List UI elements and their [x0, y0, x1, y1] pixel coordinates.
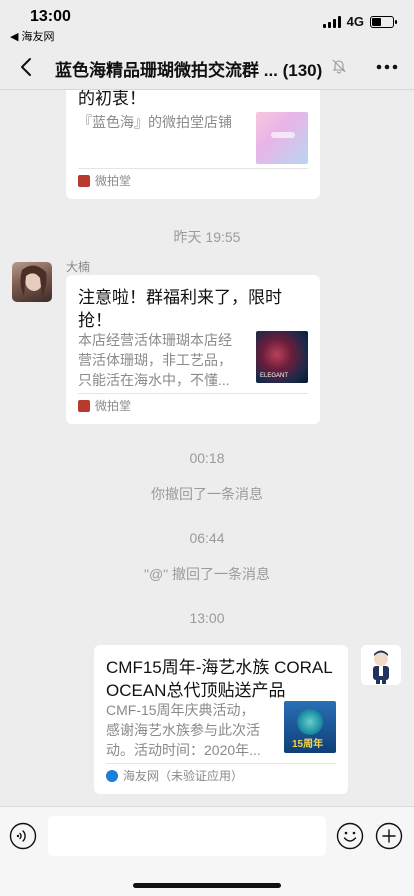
card-divider — [78, 393, 308, 394]
chat-title: 蓝色海精品珊瑚微拍交流群 ... (130) — [55, 61, 323, 80]
card-source: 微拍堂 — [78, 397, 131, 414]
status-indicators: 4G — [322, 14, 397, 29]
timestamp: 昨天 19:55 — [173, 229, 241, 245]
card-title: CMF15周年-海艺水族 CORAL OCEAN总代顶贴送产品 — [106, 656, 333, 702]
link-card-message[interactable]: 注意啦！群福利来了，限时 抢！ 本店经营活体珊瑚本店经 营活体珊瑚，非工艺品， … — [66, 275, 320, 424]
back-arrow-icon[interactable] — [12, 52, 42, 82]
message-input[interactable] — [48, 816, 326, 856]
card-desc-line: 只能活在海水中，不懂... — [78, 372, 230, 388]
timestamp: 00:18 — [189, 450, 225, 466]
status-time: 13:00 — [30, 8, 71, 25]
card-title-line: 抢！ — [78, 311, 112, 330]
link-card-message[interactable]: 的初衷！ 『蓝色海』的微拍堂店铺 微拍堂 — [66, 90, 320, 199]
haiyou-logo-icon — [106, 769, 118, 782]
network-type: 4G — [346, 14, 364, 29]
voice-input-icon[interactable] — [9, 822, 37, 850]
card-desc-line: 动。活动时间：2020年... — [106, 742, 261, 758]
my-avatar[interactable] — [361, 645, 401, 685]
avatar[interactable] — [12, 262, 52, 302]
signal-icon — [322, 15, 341, 28]
card-desc-line: CMF-15周年庆典活动， — [106, 702, 255, 718]
thumbnail-caption: ELEGANT — [260, 373, 289, 379]
card-desc-line: 本店经营活体珊瑚本店经 — [78, 332, 232, 348]
card-source: 微拍堂 — [78, 172, 131, 189]
home-indicator[interactable] — [133, 883, 281, 888]
more-actions-plus-icon[interactable] — [375, 822, 403, 850]
card-desc-line: 感谢海艺水族参与此次活 — [106, 722, 260, 738]
card-title-line: OCEAN总代顶贴送产品 — [106, 681, 286, 700]
weipaitang-logo-icon — [78, 174, 90, 187]
card-thumbnail: ELEGANT — [256, 331, 308, 383]
card-source-label: 海友网（未验证应用） — [123, 769, 244, 783]
sender-name: 大楠 — [66, 260, 91, 274]
card-source: 海友网（未验证应用） — [106, 767, 243, 784]
card-source-label: 微拍堂 — [95, 174, 132, 188]
card-desc-line: 营活体珊瑚，非工艺品， — [78, 352, 232, 368]
card-description: 『蓝色海』的微拍堂店铺 — [78, 114, 232, 130]
battery-level — [372, 17, 381, 26]
mute-bell-icon — [331, 58, 347, 74]
system-message: "@" 撤回了一条消息 — [143, 566, 271, 582]
status-bar: 13:00 ◀ 海友网 4G — [0, 0, 414, 44]
thumbnail-caption: 15周年 — [292, 739, 324, 750]
message-list[interactable]: 的初衷！ 『蓝色海』的微拍堂店铺 微拍堂 昨天 19:55 大楠 注意啦！群福利… — [0, 90, 414, 806]
battery-icon — [370, 15, 397, 28]
card-thumbnail: 15周年 — [284, 701, 336, 753]
card-title: 的初衷！ — [78, 90, 146, 108]
card-divider — [78, 168, 308, 169]
card-source-label: 微拍堂 — [95, 399, 132, 413]
timestamp: 13:00 — [189, 610, 225, 626]
emoji-icon[interactable] — [336, 822, 364, 850]
more-options-icon[interactable] — [372, 54, 402, 80]
card-title: 注意啦！群福利来了，限时 抢！ — [78, 286, 282, 332]
back-to-app-link[interactable]: ◀ 海友网 — [10, 28, 55, 44]
card-title-line: CMF15周年-海艺水族 CORAL — [106, 658, 333, 677]
card-description: 本店经营活体珊瑚本店经 营活体珊瑚，非工艺品， 只能活在海水中，不懂... — [78, 330, 232, 390]
card-description: CMF-15周年庆典活动， 感谢海艺水族参与此次活 动。活动时间：2020年..… — [106, 700, 261, 760]
weipaitang-logo-icon — [78, 399, 90, 412]
system-message: 你撤回了一条消息 — [151, 486, 263, 502]
card-divider — [106, 763, 336, 764]
card-title-line: 注意啦！群福利来了，限时 — [78, 288, 282, 307]
link-card-message[interactable]: CMF15周年-海艺水族 CORAL OCEAN总代顶贴送产品 CMF-15周年… — [94, 645, 348, 794]
chat-header: 蓝色海精品珊瑚微拍交流群 ... (130) — [0, 44, 414, 90]
timestamp: 06:44 — [189, 530, 225, 546]
card-thumbnail — [256, 112, 308, 164]
